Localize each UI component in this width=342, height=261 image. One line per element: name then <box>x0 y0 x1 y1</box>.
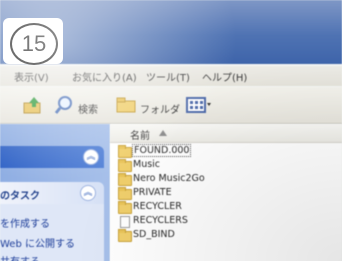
search-icon[interactable] <box>54 95 74 115</box>
task-section-title: のタスク <box>0 191 40 202</box>
sort-ascending-icon <box>159 130 167 136</box>
task-link-create[interactable]: を作成する <box>0 215 50 230</box>
chevron-up-icon[interactable]: ︽ <box>80 185 96 201</box>
menu-help[interactable]: ヘルプ(H) <box>202 69 247 84</box>
badge-number: 15 <box>21 31 47 56</box>
file-name: SD_BIND <box>133 229 175 240</box>
folder-icon <box>118 159 132 172</box>
folder-icon <box>118 229 132 242</box>
file-icon <box>120 216 130 228</box>
menu-tools[interactable]: ツール(T) <box>146 69 190 84</box>
task-pane: ︽ ︽ のタスク を作成する Web に公開する 共有する <box>0 124 110 261</box>
photo: 15 表示(V) お気に入り(A) ツール(T) ヘルプ(H) 検索 フォルダ <box>0 0 342 261</box>
task-link-share[interactable]: 共有する <box>0 253 40 261</box>
up-folder-icon[interactable] <box>22 95 44 115</box>
file-list: 名前 FOUND.000 Music Nero Music2Go PRIVATE… <box>110 124 342 261</box>
folder-icon <box>118 173 132 186</box>
file-name: PRIVATE <box>133 187 172 198</box>
file-name: Music <box>133 159 161 170</box>
folder-icon <box>118 201 132 214</box>
views-icon[interactable] <box>186 96 212 114</box>
menu-view[interactable]: 表示(V) <box>14 69 49 84</box>
toolbar: 検索 フォルダ <box>0 87 342 124</box>
folder-icon <box>118 187 132 200</box>
column-header-name[interactable]: 名前 <box>110 124 342 143</box>
column-name-label: 名前 <box>130 131 150 142</box>
file-name: RECYCLERS <box>133 215 188 226</box>
file-name: Nero Music2Go <box>133 173 205 184</box>
search-button-label[interactable]: 検索 <box>78 101 98 116</box>
folders-icon[interactable] <box>115 96 137 114</box>
collapse-icon[interactable]: ︽ <box>83 149 99 165</box>
file-name: RECYCLER <box>133 201 182 212</box>
menu-bar: 表示(V) お気に入り(A) ツール(T) ヘルプ(H) <box>0 66 342 86</box>
folder-icon <box>118 145 132 158</box>
menu-favorites[interactable]: お気に入り(A) <box>72 69 137 84</box>
folders-button-label[interactable]: フォルダ <box>140 101 180 116</box>
file-name: FOUND.000 <box>131 144 192 157</box>
task-link-publish-web[interactable]: Web に公開する <box>0 235 75 250</box>
